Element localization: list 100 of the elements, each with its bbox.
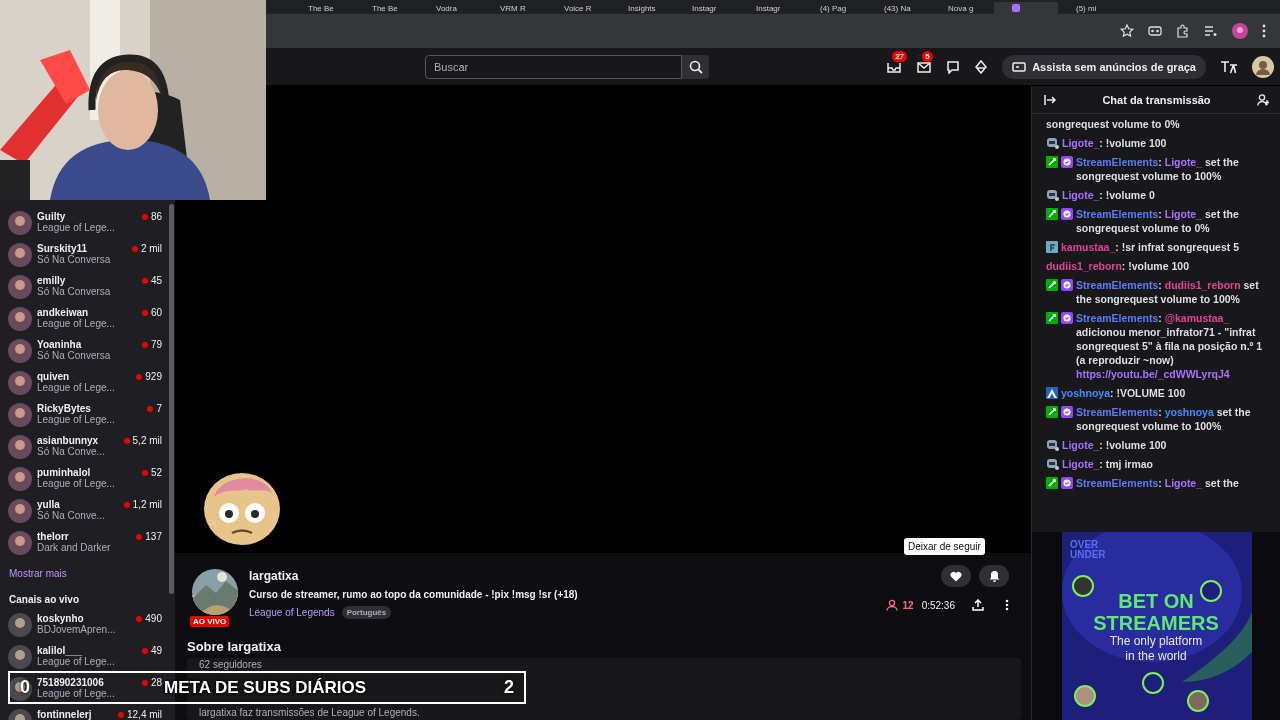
channel-item[interactable]: thelorr Dark and Darker 137: [0, 527, 168, 559]
ad-banner[interactable]: OVER UNDER BET ON STREAMERS The only platform in the world: [1032, 532, 1280, 720]
profile-icon[interactable]: [1232, 23, 1248, 39]
browser-tab[interactable]: VRM R: [482, 2, 546, 14]
browser-tab[interactable]: Nova g: [930, 2, 994, 14]
chat-message: StreamElements: @kamustaa_ adicionou menor_infrator71 - "infrat songrequest 5" à fila na posição n.º 1 (a reproduzir ~now) https://youtu.be/_cdWWLyrqJ4: [1076, 310, 1264, 381]
channel-item[interactable]: asianbunnyx Só Na Conve... 5,2 mil: [0, 431, 168, 463]
share-icon[interactable]: [972, 599, 984, 611]
heart-icon: [950, 570, 962, 582]
browser-tab[interactable]: (4) Pag: [802, 2, 866, 14]
channel-item[interactable]: Yoaninha Só Na Conversa 79: [0, 335, 168, 367]
follow-button[interactable]: [941, 565, 971, 587]
chat-message: Ligote_: !volume 0: [1062, 187, 1156, 202]
channel-item[interactable]: quiven League of Lege... 929: [0, 367, 168, 399]
browser-tab[interactable]: Instagr: [738, 2, 802, 14]
channel-category: Só Na Conversa: [37, 254, 112, 265]
viewer-count: 86: [150, 211, 162, 222]
users-icon[interactable]: [1257, 93, 1270, 106]
channel-name: 751890231006: [37, 677, 105, 688]
channel-name: andkeiwan: [37, 307, 90, 318]
viewer-count: 52: [150, 467, 162, 478]
ad-tagline: in the world: [1125, 649, 1187, 664]
verified-badge-icon: [1061, 155, 1073, 168]
channel-item[interactable]: fontinnelerj 12,4 mil: [0, 705, 168, 720]
star-icon[interactable]: [1120, 24, 1134, 38]
language-tag[interactable]: Português: [341, 606, 392, 619]
video-player[interactable]: Deixar de seguir: [175, 86, 1031, 553]
ad-logo-text: OVER: [1070, 540, 1100, 550]
channel-category: League of Lege...: [37, 382, 116, 393]
category-link[interactable]: League of Legends: [249, 607, 335, 618]
mountain-icon: [1046, 386, 1058, 399]
browser-tab[interactable]: [994, 2, 1058, 14]
tooltip: Deixar de seguir: [904, 538, 985, 555]
browser-tab[interactable]: (5) mi: [1058, 2, 1122, 14]
collapse-icon[interactable]: [1044, 94, 1056, 105]
channel-category: BDJovemApren...: [37, 624, 117, 635]
channel-category: Dark and Darker: [37, 542, 112, 553]
promo-button[interactable]: Assista sem anúncios de graça: [1002, 54, 1206, 79]
search-field[interactable]: Buscar: [425, 54, 682, 79]
search-button[interactable]: [682, 54, 709, 79]
ad-logo-text: UNDER: [1070, 550, 1106, 560]
extension-icon[interactable]: [1148, 24, 1162, 38]
channel-name: emilly: [37, 275, 67, 286]
channel-item[interactable]: yulla Só Na Conve... 1,2 mil: [0, 495, 168, 527]
notification-button[interactable]: [979, 565, 1009, 587]
channel-item[interactable]: koskynho BDJovemApren... 490: [0, 609, 168, 641]
section-heading: Canais ao vivo: [8, 593, 81, 607]
browser-tab[interactable]: Voice R: [546, 2, 610, 14]
channel-category: League of Lege...: [37, 478, 116, 489]
browser-tab[interactable]: Instagr: [674, 2, 738, 14]
mail-icon[interactable]: [916, 59, 933, 74]
channel-name[interactable]: largatixa: [249, 569, 875, 583]
robot-icon: [1046, 457, 1059, 470]
viewer-count: 45: [150, 275, 162, 286]
whisper-count: 5: [922, 50, 933, 62]
viewer-count: 28: [150, 677, 162, 688]
channel-name: quiven: [37, 371, 71, 382]
chat-link[interactable]: https://youtu.be/_cdWWLyrqJ4: [1076, 367, 1230, 380]
playlist-icon[interactable]: [1204, 24, 1218, 38]
channel-avatar: [8, 403, 32, 427]
channel-item[interactable]: puminhalol League of Lege... 52: [0, 463, 168, 495]
puzzle-icon[interactable]: [1176, 24, 1190, 38]
browser-tab[interactable]: The Be: [354, 2, 418, 14]
chat-message: kamustaa_: !sr infrat songrequest 5: [1061, 239, 1240, 254]
translate-icon[interactable]: [1220, 59, 1238, 74]
subs-goal-label: META DE SUBS DIÁRIOS: [164, 677, 368, 698]
channel-name: Yoaninha: [37, 339, 83, 350]
show-more-link[interactable]: Mostrar mais: [0, 559, 168, 585]
more-icon[interactable]: [1005, 599, 1009, 611]
viewer-count: 12: [902, 599, 914, 611]
channel-category: League of Lege...: [37, 414, 116, 425]
subs-target: 2: [504, 677, 514, 698]
robot-icon: [1046, 438, 1059, 451]
diamond-icon[interactable]: [974, 59, 989, 74]
channel-avatar: [8, 243, 32, 267]
chat-message: Ligote_: !volume 100: [1062, 135, 1168, 150]
channel-category: Só Na Conversa: [37, 286, 112, 297]
chat-bubble-icon[interactable]: [946, 59, 961, 74]
menu-icon[interactable]: [1262, 24, 1266, 38]
channel-category: League of Lege...: [37, 656, 116, 667]
ad-free-icon: [1012, 60, 1027, 73]
live-badge: AO VIVO: [190, 616, 230, 627]
browser-tab[interactable]: Vodra: [418, 2, 482, 14]
channel-item[interactable]: kalilol___ League of Lege... 49: [0, 641, 168, 673]
channel-item[interactable]: RickyBytes League of Lege... 7: [0, 399, 168, 431]
browser-tab[interactable]: (43) Na: [866, 2, 930, 14]
follower-count: 62 seguidores: [199, 659, 263, 671]
channel-item[interactable]: Surskity11 Só Na Conversa 2 mil: [0, 239, 168, 271]
channel-item[interactable]: andkeiwan League of Lege... 60: [0, 303, 168, 335]
chat-message: Ligote_: tmj irmao: [1062, 456, 1155, 471]
chat-message: StreamElements: Ligote_ set the songrequest volume to 0%: [1076, 206, 1240, 235]
browser-tab[interactable]: Insights: [610, 2, 674, 14]
user-avatar[interactable]: [1252, 55, 1274, 78]
scrollbar-thumb[interactable]: [169, 204, 174, 594]
viewer-count: 7: [156, 403, 162, 414]
channel-item[interactable]: emilly Só Na Conversa 45: [0, 271, 168, 303]
browser-tab[interactable]: The Be: [290, 2, 354, 14]
chat-message: songrequest volume to 0%: [1046, 116, 1181, 131]
channel-name: asianbunnyx: [37, 435, 99, 446]
channel-item[interactable]: Guilty League of Lege... 86: [0, 207, 168, 239]
